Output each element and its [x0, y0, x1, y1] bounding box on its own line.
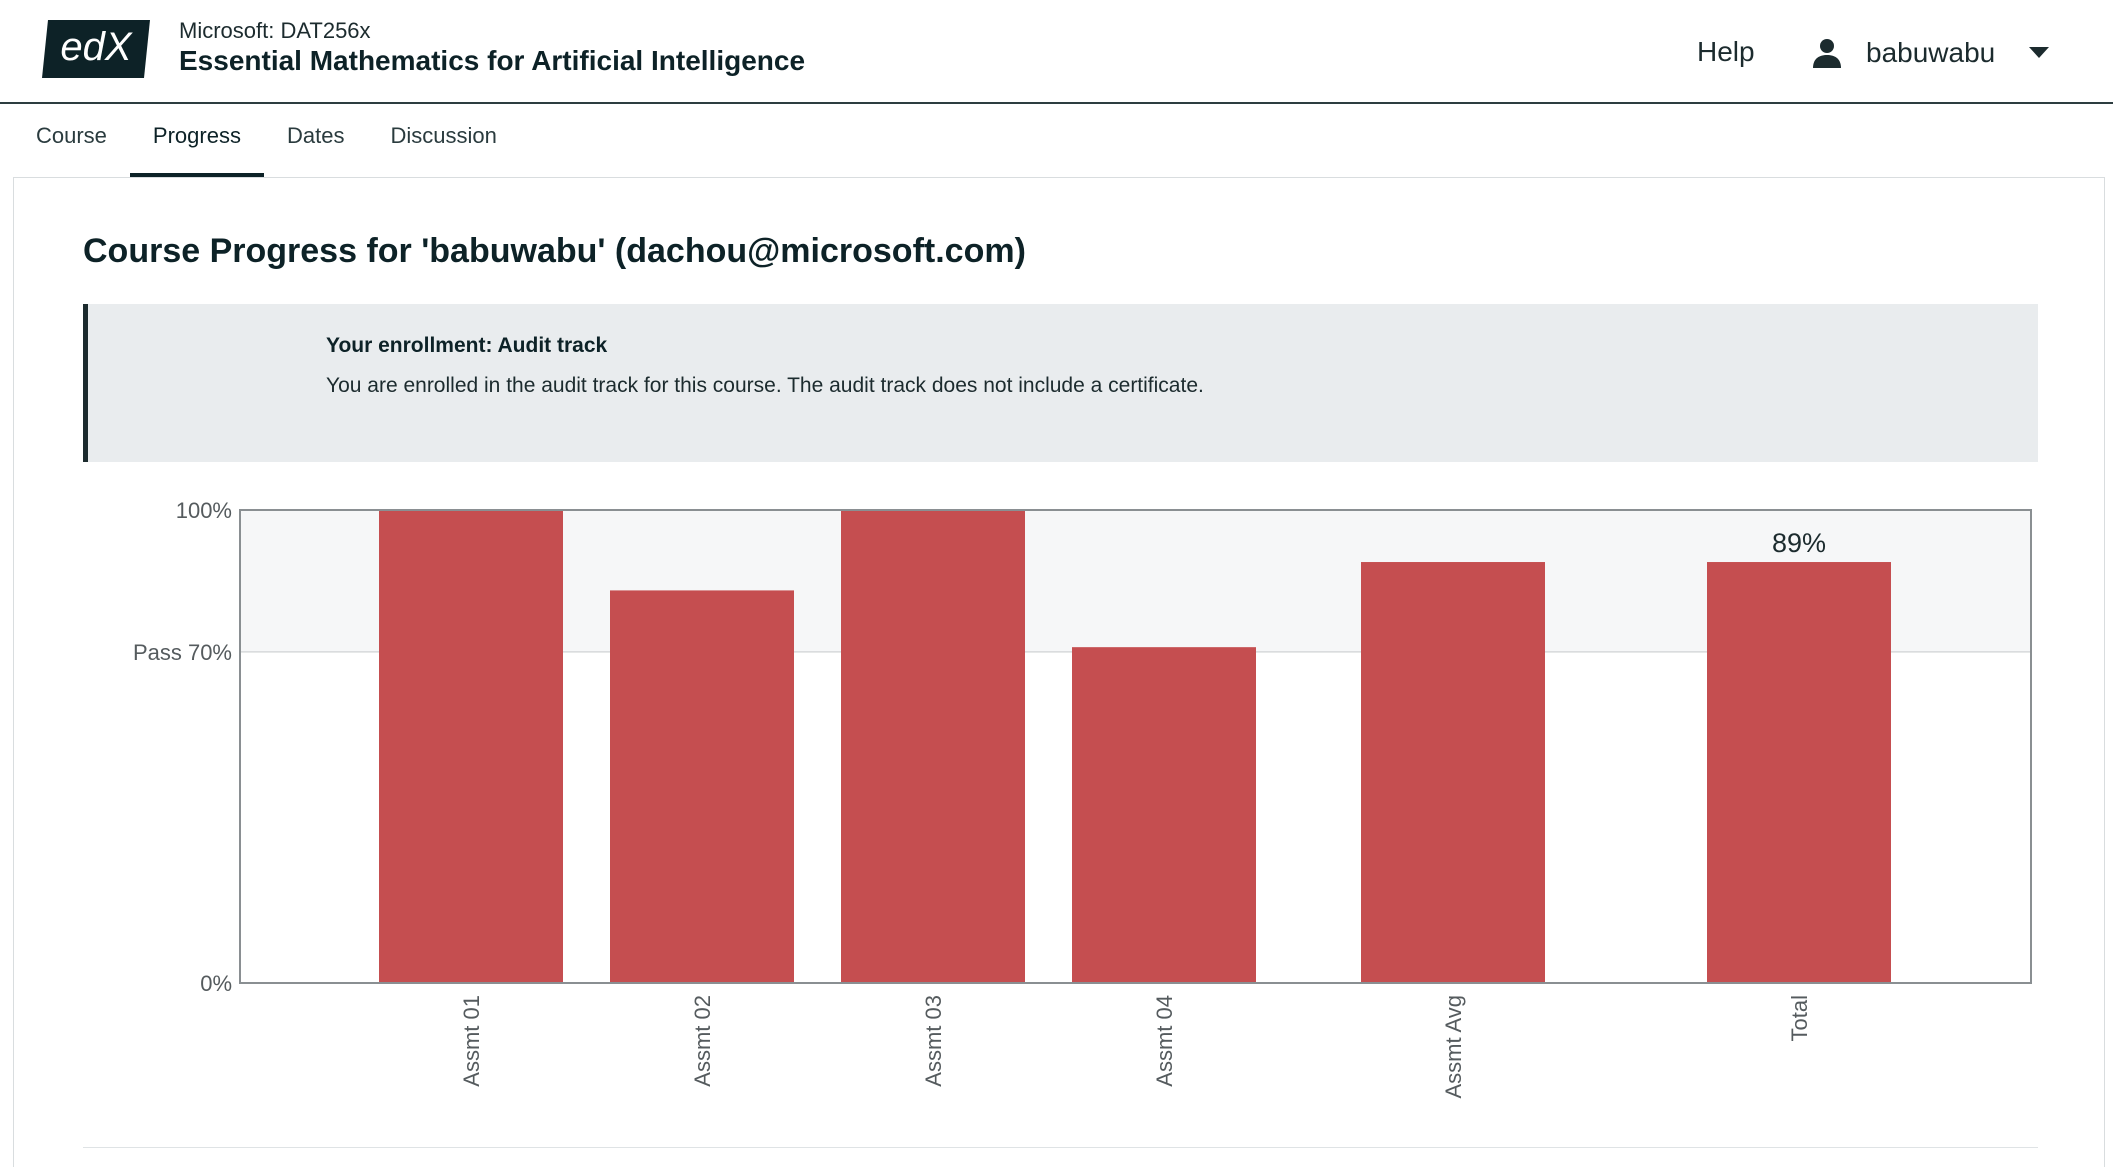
bar-2	[841, 510, 1025, 983]
bar-1	[610, 590, 794, 983]
bar-5	[1707, 562, 1891, 983]
y-tick-label: Pass 70%	[133, 640, 232, 665]
y-tick-label: 100%	[176, 498, 232, 523]
bar-0	[379, 510, 563, 983]
x-tick-label: Assmt 04	[1152, 995, 1177, 1087]
bar-3	[1072, 647, 1256, 983]
x-tick-label: Assmt Avg	[1441, 995, 1466, 1099]
progress-chart: 100% Pass 70% 0% Assmt 01 Assmt 02 Assmt 03 As…	[133, 498, 2032, 1099]
bar-4	[1361, 562, 1545, 983]
y-tick-label: 0%	[200, 971, 232, 996]
x-tick-label: Assmt 02	[690, 995, 715, 1087]
total-value-label: 89%	[1772, 528, 1826, 558]
x-tick-label: Total	[1787, 995, 1812, 1041]
x-tick-label: Assmt 01	[459, 995, 484, 1087]
x-tick-label: Assmt 03	[921, 995, 946, 1087]
